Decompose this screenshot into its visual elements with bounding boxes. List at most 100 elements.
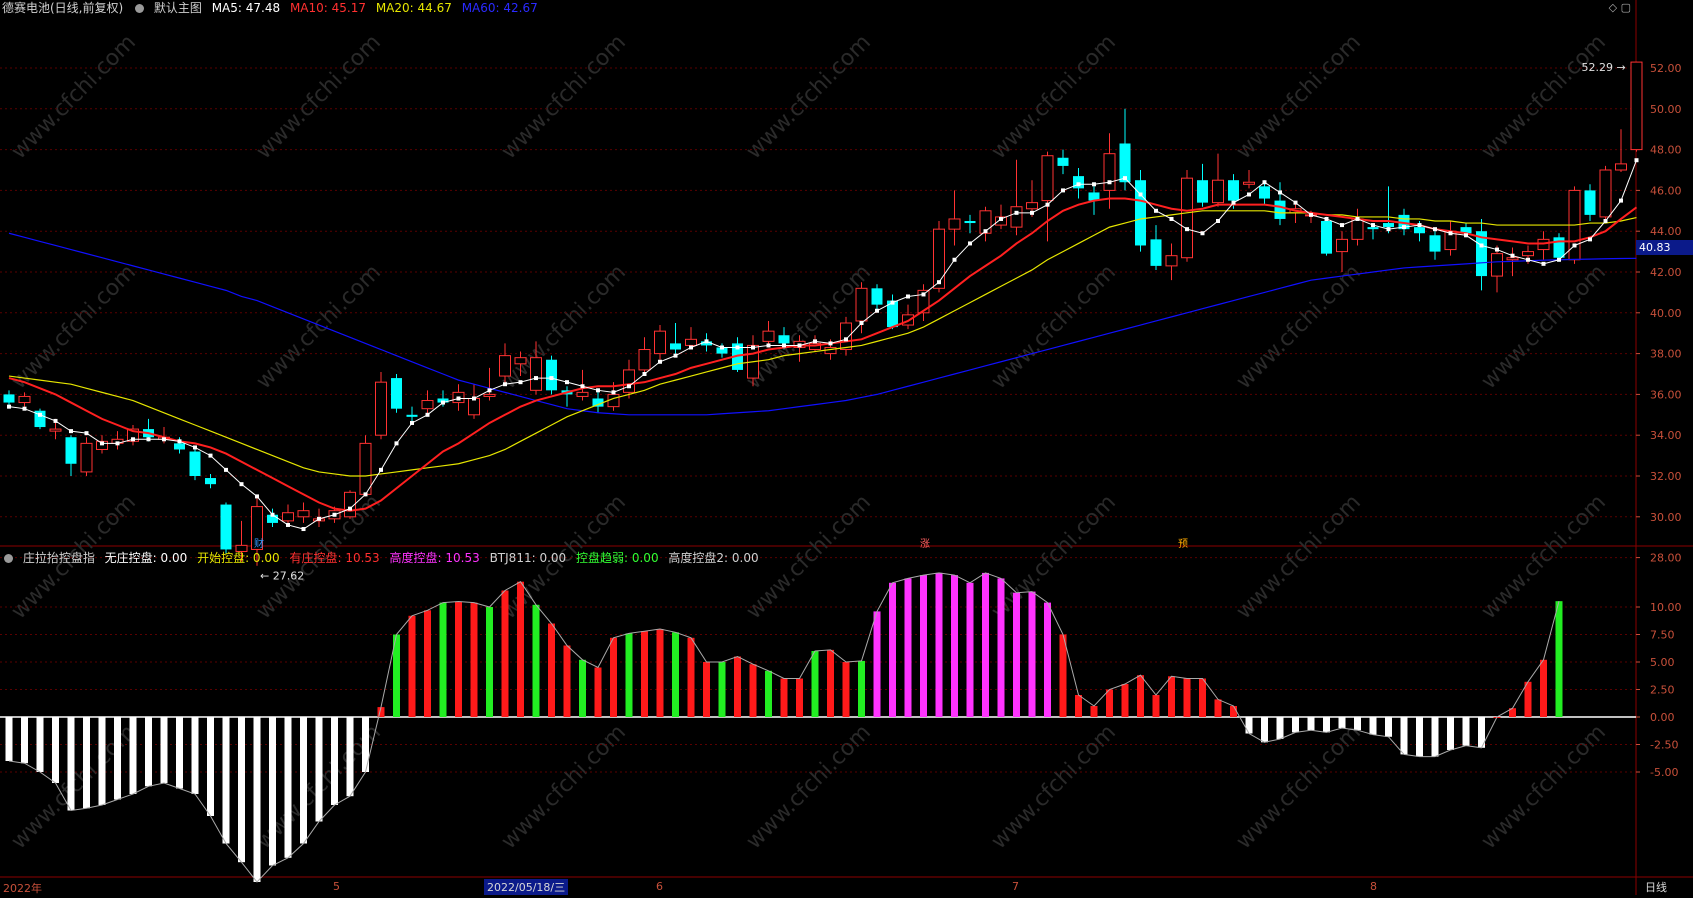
marker-cai[interactable]: 财 [254, 535, 264, 550]
ma5-point [270, 512, 275, 517]
price-tick-label: 32.00 [1650, 470, 1682, 483]
ma5-point [224, 467, 228, 472]
price-tick-label: 50.00 [1650, 103, 1682, 116]
indicator-bar [563, 645, 571, 717]
chart-name[interactable]: 默认主图 [154, 1, 202, 15]
price-tick-label: 34.00 [1650, 429, 1682, 442]
watermark-text: www.cfchi.com [987, 260, 1121, 394]
ma5-point [1541, 261, 1546, 266]
indicator-bar [625, 633, 633, 717]
indicator-bar [1540, 659, 1547, 717]
price-tick-label: 48.00 [1650, 144, 1682, 157]
indicator-bar [1245, 717, 1253, 734]
marker-yu[interactable]: 预 [1178, 535, 1188, 550]
ma60-label: MA60: 42.67 [461, 1, 538, 15]
ma10-line [8, 197, 1638, 512]
watermark-text: www.cfchi.com [742, 720, 876, 854]
ma5-point [38, 412, 42, 417]
price-tick-label: 40.00 [1650, 307, 1682, 320]
ma5-point [1169, 216, 1174, 221]
indicator-bar [1261, 717, 1268, 743]
ma5-point [875, 308, 879, 313]
indicator-bar [83, 717, 90, 809]
candle-body-up [1537, 238, 1550, 251]
indicator-bar [641, 631, 648, 717]
chart-stage: www.cfchi.com www.cfchi.com www.cfchi.com w… [0, 0, 1693, 895]
candle-body-down [1429, 235, 1441, 252]
ma5-point [968, 241, 972, 246]
candle-body-down [1274, 200, 1286, 219]
indicator-bar [734, 656, 741, 717]
ma5-point [1340, 223, 1344, 228]
ma5-point [1247, 192, 1251, 197]
ma5-point [503, 382, 507, 387]
candle-body-up [840, 322, 852, 351]
ma5-point [735, 345, 740, 350]
candle-body-up [654, 330, 666, 355]
ma5-point [100, 441, 104, 446]
ma5-point [859, 321, 864, 325]
ma5-point [363, 492, 368, 497]
indicator-circle-icon[interactable] [4, 554, 13, 563]
indicator-bar [269, 717, 276, 866]
candle-body-down [1367, 227, 1379, 230]
candle-body-up [1351, 218, 1364, 240]
stock-title[interactable]: 德赛电池(日线,前复权) [2, 1, 123, 15]
watermark-text: www.cfchi.com [7, 260, 141, 394]
ma5-point [1185, 227, 1189, 232]
ma5-point [348, 506, 352, 511]
candle-body-up [576, 391, 589, 397]
ma5-point [828, 341, 833, 346]
indicator-bar [1214, 699, 1222, 717]
indicator-bar [982, 572, 989, 717]
ma5-point [1076, 182, 1081, 187]
indicator-bar [1385, 717, 1392, 737]
indicator-bar [455, 601, 462, 717]
indicator-bar [1323, 717, 1330, 733]
ma5-point [1355, 216, 1360, 221]
candle-body-up [1630, 61, 1643, 151]
candle-body-up [948, 218, 961, 230]
price-tick-label: 46.00 [1650, 184, 1682, 197]
indicator-bar [52, 717, 59, 783]
candle-body-down [220, 504, 232, 550]
square-icon[interactable]: ▢ [1621, 1, 1631, 14]
ma5-point [1433, 227, 1437, 232]
period-label[interactable]: 日线 [1645, 879, 1667, 895]
ma5-point [937, 280, 941, 285]
ma5-point [1293, 200, 1298, 205]
indicator-name[interactable]: 庄拉抬控盘指 [23, 551, 95, 565]
price-tick-label: 42.00 [1650, 266, 1682, 279]
chart-canvas[interactable]: www.cfchi.com www.cfchi.com www.cfchi.com w… [0, 0, 1693, 895]
ma5-point [906, 294, 910, 299]
ma5-point [565, 380, 569, 385]
indicator-bar [501, 590, 509, 717]
indicator-bar [5, 717, 13, 761]
candle-body-up [623, 369, 635, 393]
candle-body-down [964, 221, 976, 224]
ma5-point [286, 522, 290, 527]
candle-body-down [3, 394, 15, 403]
indicator-bar [222, 717, 230, 844]
indicator-bar [610, 637, 617, 717]
date-jun: 6 [656, 880, 663, 893]
ma5-point [7, 404, 11, 409]
date-aug: 8 [1370, 880, 1377, 893]
ma5-point [983, 229, 988, 234]
candle-body-up [375, 381, 387, 436]
diamond-icon[interactable]: ◇ [1609, 1, 1617, 14]
watermark-text: www.cfchi.com [1477, 720, 1611, 854]
indicator-bar [1307, 717, 1315, 731]
indicator-tick-label: 10.00 [1650, 601, 1682, 614]
ma5-point [658, 359, 662, 364]
settings-circle-icon[interactable] [135, 4, 145, 13]
indicator-bar [1555, 601, 1563, 717]
candle-body-up [685, 338, 697, 346]
indicator-bar [749, 664, 757, 717]
ma5-point [1061, 188, 1065, 193]
ma5-point [720, 345, 724, 350]
current-price-tag: 40.83 [1636, 240, 1693, 255]
ma5-point [844, 337, 848, 342]
candle-body-up [1522, 251, 1534, 257]
marker-zhang[interactable]: 涨 [920, 535, 930, 550]
